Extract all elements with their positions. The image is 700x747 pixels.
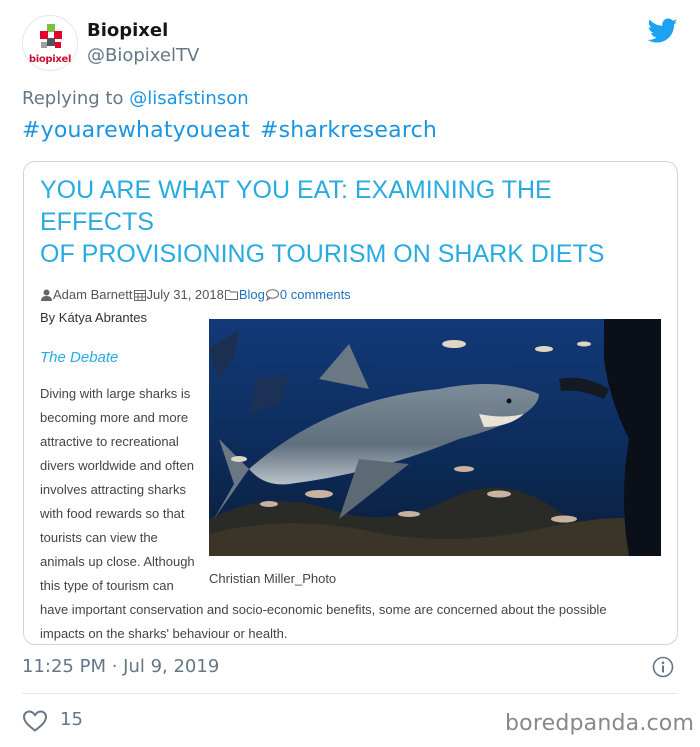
article-title-line-2: OF PROVISIONING TOURISM ON SHARK DIETS: [40, 240, 605, 268]
user-icon: [41, 289, 52, 301]
body-line: divers worldwide and often: [40, 458, 194, 473]
article-body-narrow: Diving with large sharks is becoming mor…: [40, 382, 210, 598]
info-icon[interactable]: [652, 656, 674, 678]
article-byline: By Kátya Abrantes: [40, 310, 147, 325]
calendar-icon: [133, 289, 146, 301]
body-line: this type of tourism can: [40, 578, 174, 593]
article-card[interactable]: YOU ARE WHAT YOU EAT: EXAMINING THE EFFE…: [23, 161, 678, 645]
body-line: with food rewards so that: [40, 506, 185, 521]
body-line: involves attracting sharks: [40, 482, 186, 497]
body-line: attractive to recreational: [40, 434, 179, 449]
avatar-logo-text: biopixel: [28, 54, 72, 65]
user-handle[interactable]: @BiopixelTV: [87, 45, 199, 66]
tweet-timestamp[interactable]: 11:25 PM · Jul 9, 2019: [22, 656, 219, 677]
heart-icon[interactable]: [22, 709, 48, 733]
avatar[interactable]: biopixel: [22, 15, 78, 71]
article-date: July 31, 2018: [146, 287, 224, 302]
tweet-hashtags: #youarewhatyoueat #sharkresearch: [22, 118, 437, 143]
body-line: animals up close. Although: [40, 554, 195, 569]
article-title: YOU ARE WHAT YOU EAT: EXAMINING THE EFFE…: [40, 174, 670, 270]
replying-to: Replying to @lisafstinson: [22, 88, 249, 109]
article-meta: Adam Barnett July 31, 2018 Blog 0 commen…: [40, 287, 351, 302]
comment-icon: [265, 288, 279, 301]
article-comments-link[interactable]: 0 comments: [280, 287, 351, 302]
shark-photo: [209, 319, 661, 556]
photo-caption: Christian Miller_Photo: [209, 571, 337, 586]
article-category-link[interactable]: Blog: [239, 287, 265, 302]
biopixel-logo-icon: [40, 24, 62, 48]
body-line: becoming more and more: [40, 410, 189, 425]
article-body-wide: have important conservation and socio-ec…: [40, 598, 660, 644]
display-name[interactable]: Biopixel: [87, 20, 168, 41]
folder-icon: [224, 290, 238, 300]
footer-divider: [22, 693, 678, 694]
body-line: Diving with large sharks is: [40, 386, 191, 401]
hashtag-sharkresearch[interactable]: #sharkresearch: [260, 118, 437, 143]
body-line: have important conservation and socio-ec…: [40, 602, 607, 617]
article-subheading: The Debate: [40, 349, 119, 366]
body-line: impacts on the sharks' behaviour or heal…: [40, 626, 288, 641]
article-author: Adam Barnett: [53, 287, 133, 302]
like-count: 15: [60, 709, 83, 730]
hashtag-youarewhatyoueat[interactable]: #youarewhatyoueat: [22, 118, 250, 143]
reply-mention-link[interactable]: @lisafstinson: [129, 88, 248, 109]
watermark: boredpanda.com: [505, 711, 695, 736]
article-title-line-1: YOU ARE WHAT YOU EAT: EXAMINING THE EFFE…: [40, 176, 552, 236]
twitter-bird-icon[interactable]: [648, 18, 678, 44]
body-line: tourists can view the: [40, 530, 158, 545]
replying-to-prefix: Replying to: [22, 88, 124, 109]
